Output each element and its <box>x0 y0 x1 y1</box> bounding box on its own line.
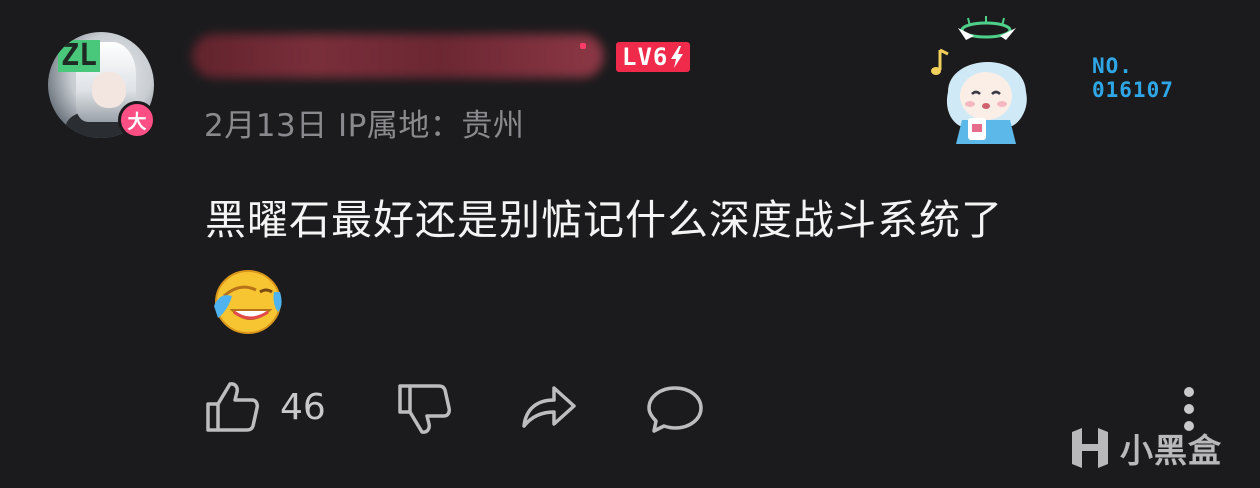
comment-icon[interactable] <box>646 384 704 434</box>
comment-text: 黑曜石最好还是别惦记什么深度战斗系统了 <box>205 196 1003 244</box>
level-label: LV6 <box>622 43 669 71</box>
like-action[interactable]: 46 <box>204 380 326 434</box>
music-note-icon <box>931 48 949 75</box>
username-redacted[interactable] <box>192 34 604 78</box>
share-action[interactable] <box>520 382 578 432</box>
like-count: 46 <box>280 386 326 428</box>
level-badge: LV6 <box>616 42 691 72</box>
reply-action[interactable] <box>646 384 704 434</box>
user-badge: 大 <box>118 101 156 139</box>
xiaoheihe-logo-icon <box>1072 428 1108 468</box>
share-icon[interactable] <box>520 382 578 432</box>
avatar-face <box>92 72 126 108</box>
decoration-id-line1: NO. <box>1092 54 1133 78</box>
username-mark <box>580 43 586 49</box>
avatar-decoration <box>931 16 1027 144</box>
thumbs-down-icon[interactable] <box>396 382 452 436</box>
dislike-action[interactable] <box>396 382 452 436</box>
bolt-icon <box>671 46 684 68</box>
avatar-mark: ZL <box>58 40 101 72</box>
comment-meta: 2月13日 IP属地：贵州 <box>204 108 525 144</box>
thumbs-up-icon[interactable] <box>204 380 260 434</box>
decoration-id-line2: 016107 <box>1092 78 1174 102</box>
decoration-id: NO. 016107 <box>1092 54 1174 102</box>
watermark: 小黑盒 <box>1068 424 1222 472</box>
laughing-tears-emoji <box>214 270 282 334</box>
watermark-text: 小黑盒 <box>1120 431 1222 470</box>
